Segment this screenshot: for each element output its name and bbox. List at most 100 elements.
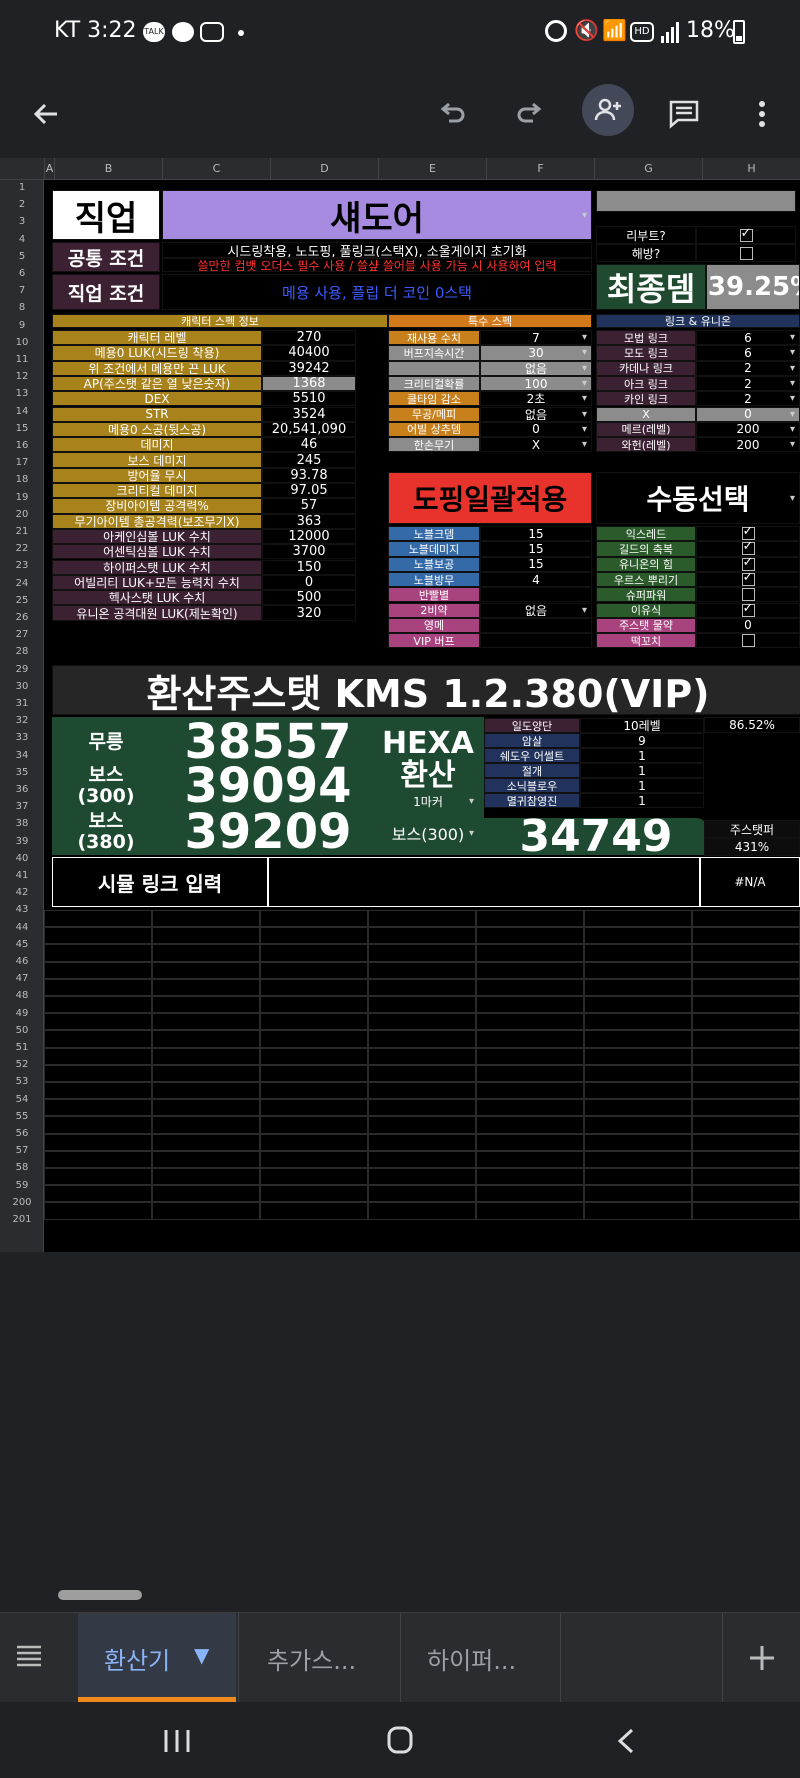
empty-cell[interactable] [260,927,368,945]
empty-cell[interactable] [368,1133,476,1151]
empty-cell[interactable] [476,927,584,945]
link-value[interactable]: 6 [696,345,800,361]
char-stat-value[interactable]: 46 [262,437,356,453]
row-header[interactable]: 1 [0,182,44,199]
home-icon[interactable] [386,1724,414,1756]
empty-cell[interactable] [260,1168,368,1186]
empty-cell[interactable] [260,1116,368,1134]
char-stat-value[interactable]: 57 [262,498,356,514]
empty-cell[interactable] [152,961,260,979]
empty-cell[interactable] [368,996,476,1014]
row-header[interactable]: 57 [0,1145,44,1162]
add-person-icon[interactable] [582,84,634,136]
empty-cell[interactable] [260,1064,368,1082]
empty-cell[interactable] [260,996,368,1014]
column-header[interactable]: D [270,158,378,180]
empty-cell[interactable] [260,961,368,979]
spreadsheet-grid[interactable]: 직업 섀도어 공통 조건 시드링착용, 노도핑, 풀링크(스택X), 소울게이지… [44,180,800,1252]
empty-cell[interactable] [476,996,584,1014]
row-header[interactable]: 22 [0,543,44,560]
row-header[interactable]: 27 [0,629,44,646]
manual-value[interactable] [696,602,800,618]
manual-value[interactable] [696,541,800,557]
empty-cell[interactable] [584,1185,692,1203]
empty-cell[interactable] [476,1202,584,1220]
empty-cell[interactable] [260,978,368,996]
link-value[interactable]: 2 [696,391,800,407]
row-header[interactable]: 43 [0,904,44,921]
empty-cell[interactable] [44,1185,152,1203]
char-stat-value[interactable]: 97.05 [262,483,356,499]
row-header[interactable]: 21 [0,526,44,543]
horizontal-scrollbar[interactable] [58,1590,142,1600]
doping-value[interactable]: 15 [480,526,592,542]
empty-cell[interactable] [476,1047,584,1065]
column-header[interactable]: A [44,158,54,180]
empty-cell[interactable] [44,944,152,962]
empty-cell[interactable] [44,1047,152,1065]
sheet-list-icon[interactable] [14,1641,62,1675]
row-header[interactable]: 18 [0,474,44,491]
empty-cell[interactable] [44,978,152,996]
skill-value[interactable]: 9 [580,733,704,748]
empty-cell[interactable] [584,1099,692,1117]
empty-cell[interactable] [692,978,800,996]
empty-cell[interactable] [368,1150,476,1168]
tab-hyper[interactable]: 하이퍼... [400,1613,560,1703]
link-value[interactable]: 0 [696,406,800,422]
row-header[interactable]: 201 [0,1214,44,1231]
row-header[interactable]: 32 [0,715,44,732]
char-stat-value[interactable]: 270 [262,330,356,346]
tab-hwansangi[interactable]: 환산기 ▼ [78,1613,236,1703]
empty-cell[interactable] [584,1013,692,1031]
char-stat-value[interactable]: 150 [262,559,356,575]
link-value[interactable]: 2 [696,360,800,376]
row-header[interactable]: 3 [0,216,44,233]
row-header[interactable]: 9 [0,320,44,337]
empty-cell[interactable] [260,1082,368,1100]
empty-cell[interactable] [44,1082,152,1100]
empty-cell[interactable] [152,978,260,996]
empty-cell[interactable] [584,1168,692,1186]
manual-value[interactable]: 0 [696,617,800,634]
row-header[interactable]: 5 [0,251,44,268]
empty-cell[interactable] [44,1133,152,1151]
empty-cell[interactable] [368,1099,476,1117]
empty-cell[interactable] [584,1150,692,1168]
empty-cell[interactable] [476,1064,584,1082]
manual-value[interactable] [696,556,800,572]
empty-cell[interactable] [692,1099,800,1117]
special-stat-value[interactable]: 100 [480,375,592,392]
row-header[interactable]: 36 [0,784,44,801]
redo-icon[interactable] [508,92,552,136]
empty-cell[interactable] [260,1047,368,1065]
empty-cell[interactable] [584,1030,692,1048]
row-header[interactable]: 23 [0,560,44,577]
empty-cell[interactable] [476,1013,584,1031]
empty-cell[interactable] [44,1202,152,1220]
empty-cell[interactable] [44,1099,152,1117]
empty-cell[interactable] [152,910,260,928]
back-arrow-icon[interactable] [24,92,68,136]
doping-value[interactable]: 15 [480,541,592,557]
row-header[interactable]: 52 [0,1059,44,1076]
empty-cell[interactable] [260,1013,368,1031]
doping-value[interactable]: 15 [480,556,592,572]
undo-icon[interactable] [430,92,474,136]
manual-checkbox[interactable] [741,588,755,602]
row-header[interactable]: 17 [0,457,44,474]
empty-cell[interactable] [44,961,152,979]
empty-cell[interactable] [152,1047,260,1065]
empty-cell[interactable] [584,996,692,1014]
empty-cell[interactable] [476,961,584,979]
empty-cell[interactable] [692,927,800,945]
back-icon[interactable] [614,1726,638,1756]
char-stat-value[interactable]: 0 [262,574,356,591]
row-header[interactable]: 13 [0,388,44,405]
empty-cell[interactable] [152,1202,260,1220]
empty-cell[interactable] [152,1168,260,1186]
empty-cell[interactable] [368,944,476,962]
tab-chuga[interactable]: 추가스... [238,1613,398,1703]
empty-cell[interactable] [44,927,152,945]
char-stat-value[interactable]: 320 [262,605,356,621]
